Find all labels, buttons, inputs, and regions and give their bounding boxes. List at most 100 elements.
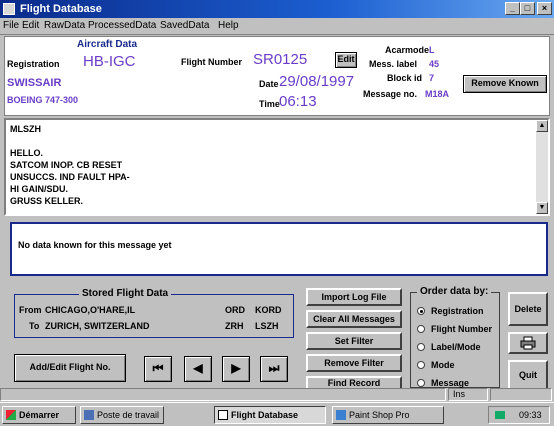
clock: 09:33 (519, 410, 542, 420)
window-title: Flight Database (20, 3, 102, 15)
scroll-down-icon[interactable]: ▼ (536, 202, 548, 214)
date-value: 29/08/1997 (279, 73, 355, 90)
previous-record-button[interactable]: ◀ (184, 356, 212, 382)
to-icao: LSZH (255, 321, 279, 331)
app-icon (3, 3, 15, 15)
acarmode-value: L (429, 45, 435, 55)
delete-button[interactable]: Delete (508, 292, 548, 326)
taskbar-item-label: Paint Shop Pro (349, 410, 410, 420)
start-label: Démarrer (19, 410, 60, 420)
system-tray: 09:33 (488, 406, 550, 424)
computer-icon (84, 410, 94, 420)
tray-icon[interactable] (495, 411, 505, 419)
to-label: To (29, 321, 40, 331)
flight-number-value: SR0125 (253, 51, 308, 68)
menu-rawdata[interactable]: RawData (44, 20, 85, 31)
title-bar[interactable]: Flight Database _ □ × (0, 0, 554, 18)
message-line: HI GAIN/SDU. (10, 184, 69, 194)
clear-all-messages-button[interactable]: Clear All Messages (306, 310, 402, 328)
message-line: UNSUCCS. IND FAULT HPA- (10, 172, 130, 182)
message-line: MLSZH (10, 124, 41, 134)
mess-label-label: Mess. label (369, 59, 418, 69)
remove-filter-button[interactable]: Remove Filter (306, 354, 402, 372)
message-no-value: M18A (425, 89, 450, 99)
menu-help[interactable]: Help (218, 20, 239, 31)
radio-message-label: Message (431, 378, 470, 388)
radio-mode[interactable] (417, 361, 425, 369)
next-record-icon: ▶ (231, 361, 241, 375)
radio-registration[interactable] (417, 307, 425, 315)
start-button[interactable]: Démarrer (2, 406, 76, 424)
time-label: Time (259, 99, 280, 109)
add-edit-flight-button[interactable]: Add/Edit Flight No. (14, 354, 126, 382)
windows-logo-icon (6, 410, 16, 420)
minimize-button[interactable]: _ (505, 2, 520, 15)
menu-bar: File Edit RawData ProcessedData SavedDat… (0, 18, 554, 35)
maximize-button[interactable]: □ (520, 2, 535, 15)
taskbar: Démarrer Poste de travail Flight Databas… (0, 402, 554, 426)
radio-message[interactable] (417, 379, 425, 387)
radio-mode-label: Mode (431, 360, 455, 370)
import-log-file-button[interactable]: Import Log File (306, 288, 402, 306)
menu-saveddata[interactable]: SavedData (160, 20, 209, 31)
first-record-button[interactable]: ⏮ (144, 356, 172, 382)
registration-label: Registration (7, 59, 60, 69)
airline-value: SWISSAIR (7, 77, 62, 89)
message-line: SATCOM INOP. CB RESET (10, 160, 123, 170)
from-city: CHICAGO,O'HARE,IL (45, 305, 136, 315)
from-icao: KORD (255, 305, 282, 315)
date-label: Date (259, 79, 279, 89)
aircraft-data-heading: Aircraft Data (77, 39, 138, 50)
info-text: No data known for this message yet (18, 240, 172, 250)
quit-button[interactable]: Quit (508, 360, 548, 390)
print-button[interactable] (508, 332, 548, 354)
edit-flight-button[interactable]: Edit (335, 52, 357, 68)
to-city: ZURICH, SWITZERLAND (45, 321, 150, 331)
printer-icon (520, 336, 536, 350)
set-filter-button[interactable]: Set Filter (306, 332, 402, 350)
message-no-label: Message no. (363, 89, 418, 99)
info-box: No data known for this message yet (10, 222, 548, 276)
taskbar-item-flight-database[interactable]: Flight Database (214, 406, 326, 424)
remove-known-button[interactable]: Remove Known (463, 75, 547, 93)
radio-label-mode-label: Label/Mode (431, 342, 481, 352)
status-bar: Ins (0, 388, 554, 402)
from-iata: ORD (225, 305, 245, 315)
block-id-label: Block id (387, 73, 423, 83)
order-data-title: Order data by: (417, 286, 492, 297)
paint-icon (336, 410, 346, 420)
stored-flight-data-group: Stored Flight Data From CHICAGO,O'HARE,I… (14, 288, 294, 338)
registration-value: HB-IGC (83, 53, 136, 70)
message-line: HELLO. (10, 148, 43, 158)
menu-edit[interactable]: Edit (22, 20, 39, 31)
aircraft-type-value: BOEING 747-300 (7, 95, 79, 105)
taskbar-item-paint-shop-pro[interactable]: Paint Shop Pro (332, 406, 444, 424)
previous-record-icon: ◀ (193, 361, 203, 375)
radio-registration-label: Registration (431, 306, 484, 316)
stored-flight-data-title: Stored Flight Data (79, 288, 172, 299)
to-iata: ZRH (225, 321, 244, 331)
menu-processeddata[interactable]: ProcessedData (88, 20, 156, 31)
message-textbox[interactable]: MLSZH HELLO. SATCOM INOP. CB RESET UNSUC… (4, 118, 550, 216)
radio-flight-number-label: Flight Number (431, 324, 492, 334)
first-record-icon: ⏮ (152, 361, 164, 375)
taskbar-item-label: Flight Database (231, 410, 299, 420)
taskbar-item-label: Poste de travail (97, 410, 160, 420)
ins-indicator: Ins (448, 388, 488, 401)
flight-number-label: Flight Number (181, 57, 242, 67)
radio-flight-number[interactable] (417, 325, 425, 333)
taskbar-item-poste-de-travail[interactable]: Poste de travail (80, 406, 164, 424)
next-record-button[interactable]: ▶ (222, 356, 250, 382)
close-button[interactable]: × (537, 2, 552, 15)
message-line: GRUSS KELLER. (10, 196, 84, 206)
message-scrollbar[interactable]: ▲ ▼ (536, 120, 548, 214)
radio-label-mode[interactable] (417, 343, 425, 351)
window-icon (218, 410, 228, 420)
last-record-icon: ⏭ (268, 361, 280, 375)
last-record-button[interactable]: ⏭ (260, 356, 288, 382)
scroll-up-icon[interactable]: ▲ (536, 120, 548, 132)
flight-header-panel: Aircraft Data Registration HB-IGC SWISSA… (4, 36, 550, 116)
block-id-value: 7 (429, 73, 435, 83)
time-value: 06:13 (279, 93, 317, 110)
menu-file[interactable]: File (3, 20, 19, 31)
